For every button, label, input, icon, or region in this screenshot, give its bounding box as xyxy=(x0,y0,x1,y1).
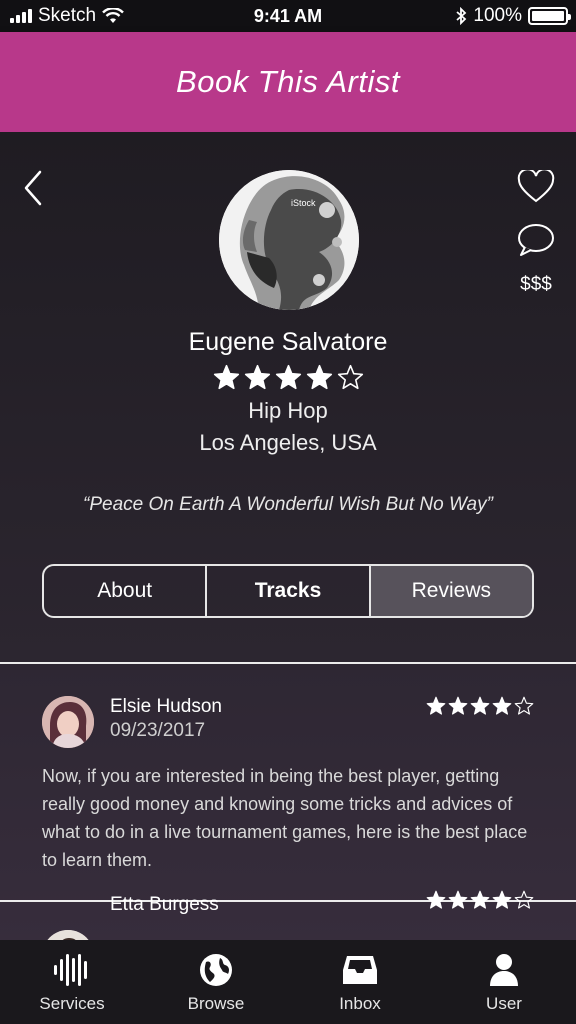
tab-reviews[interactable]: Reviews xyxy=(368,566,532,616)
tabbar-item-user[interactable]: User xyxy=(432,940,576,1024)
tabbar-label-inbox: Inbox xyxy=(339,994,381,1013)
star-filled-icon xyxy=(275,364,301,390)
star-filled-icon xyxy=(213,364,239,390)
header-bar: Book This Artist xyxy=(0,32,576,132)
profile-tabs: About Tracks Reviews xyxy=(42,564,534,618)
user-icon xyxy=(490,954,518,986)
star-filled-icon xyxy=(470,696,490,715)
star-filled-icon xyxy=(492,696,512,715)
star-filled-icon xyxy=(306,364,332,390)
star-filled-icon xyxy=(426,890,446,909)
battery-percent: 100% xyxy=(473,5,522,26)
tabbar-item-services[interactable]: Services xyxy=(0,940,144,1024)
tabbar-item-inbox[interactable]: Inbox xyxy=(288,940,432,1024)
star-empty-icon xyxy=(514,696,534,715)
reviewer-name: Elsie Hudson xyxy=(110,696,222,717)
status-right: 100% xyxy=(455,5,571,27)
artist-quote: “Peace On Earth A Wonderful Wish But No … xyxy=(83,494,493,515)
bottom-tab-bar: Services Browse Inbox User xyxy=(0,940,576,1024)
star-filled-icon xyxy=(426,696,446,715)
side-actions: $$$ xyxy=(516,170,556,296)
star-empty-icon xyxy=(337,364,363,390)
battery-icon xyxy=(528,7,571,25)
review-rating-stars xyxy=(426,890,534,910)
bluetooth-icon xyxy=(456,7,467,25)
review-item: Etta Burgess xyxy=(0,890,576,944)
star-filled-icon xyxy=(470,890,490,909)
review-text: Now, if you are interested in being the … xyxy=(42,766,528,870)
reviewer-avatar xyxy=(42,696,94,748)
price-level-label: $$$ xyxy=(520,274,552,295)
tabbar-label-browse: Browse xyxy=(187,994,245,1013)
artist-genre: Hip Hop xyxy=(248,398,328,423)
chat-bubble-icon[interactable] xyxy=(516,222,556,258)
carrier-label: Sketch xyxy=(38,5,97,26)
artist-name: Eugene Salvatore xyxy=(188,328,388,356)
review-date: 09/23/2017 xyxy=(110,720,206,741)
page-title: Book This Artist xyxy=(176,64,400,99)
artist-location: Los Angeles, USA xyxy=(199,430,377,455)
reviews-list: Elsie Hudson 09/23/2017 Now, if you are … xyxy=(0,664,576,944)
inbox-icon xyxy=(343,956,377,984)
review-rating-stars xyxy=(426,696,534,716)
artist-avatar: iStock xyxy=(219,170,359,310)
soundwave-icon xyxy=(54,954,87,986)
reviewer-name: Etta Burgess xyxy=(110,894,219,915)
status-left: Sketch xyxy=(10,5,124,27)
tab-tracks[interactable]: Tracks xyxy=(205,566,368,616)
tabbar-label-services: Services xyxy=(39,994,105,1013)
tab-about[interactable]: About xyxy=(44,566,205,616)
avatar-watermark: iStock xyxy=(291,198,316,208)
tabbar-label-user: User xyxy=(486,994,522,1013)
globe-icon xyxy=(200,954,232,986)
artist-portrait-image: iStock xyxy=(219,170,359,310)
battery-fill xyxy=(532,11,564,21)
artist-profile: $$$ iStock Eugene Salvatore Hip Hop Los … xyxy=(0,132,576,664)
star-filled-icon xyxy=(448,696,468,715)
star-filled-icon xyxy=(492,890,512,909)
star-filled-icon xyxy=(244,364,270,390)
artist-rating-stars xyxy=(0,364,576,391)
status-bar: Sketch 9:41 AM 100% xyxy=(0,0,576,32)
tabbar-item-browse[interactable]: Browse xyxy=(144,940,288,1024)
heart-icon[interactable] xyxy=(517,170,555,204)
back-chevron-icon[interactable] xyxy=(18,168,48,208)
signal-icon xyxy=(10,9,32,23)
review-item: Elsie Hudson 09/23/2017 Now, if you are … xyxy=(0,664,576,900)
star-filled-icon xyxy=(448,890,468,909)
star-empty-icon xyxy=(514,890,534,909)
wifi-icon xyxy=(102,8,124,23)
